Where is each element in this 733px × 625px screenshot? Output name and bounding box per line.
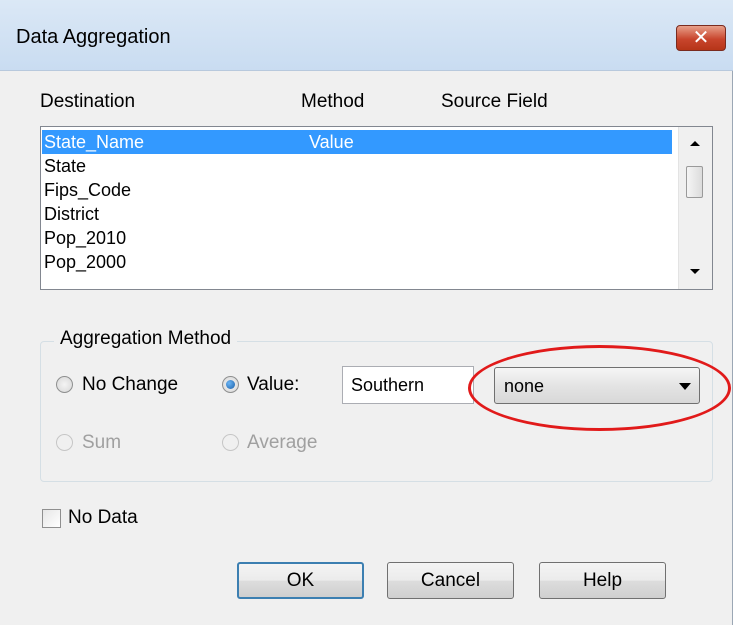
list-row-state-name[interactable]: State_Name Value: [42, 130, 672, 154]
list-row-state[interactable]: State: [42, 154, 672, 178]
no-data-label[interactable]: No Data: [68, 507, 138, 529]
aggregation-method-legend: Aggregation Method: [54, 328, 238, 350]
column-header-destination: Destination: [40, 91, 136, 112]
sum-label[interactable]: Sum: [82, 432, 121, 454]
average-radio[interactable]: [222, 434, 239, 451]
dialog-title: Data Aggregation: [16, 26, 171, 48]
ok-button[interactable]: OK: [237, 562, 364, 599]
cancel-button[interactable]: Cancel: [387, 562, 514, 599]
row-destination: Pop_2000: [44, 252, 127, 272]
sum-radio[interactable]: [56, 434, 73, 451]
scroll-up-arrow-icon[interactable]: [690, 141, 700, 146]
value-radio[interactable]: [222, 376, 239, 393]
value-label[interactable]: Value:: [247, 374, 299, 396]
data-aggregation-dialog: Data Aggregation ✕ Destination Method So…: [0, 0, 733, 625]
fields-listbox[interactable]: State_Name Value State Fips_Code Distric…: [40, 126, 713, 290]
row-destination: State_Name: [44, 132, 145, 152]
no-change-label[interactable]: No Change: [82, 374, 178, 396]
column-header-method: Method: [301, 91, 365, 112]
value-text-input[interactable]: Southern: [342, 366, 474, 404]
row-destination: Fips_Code: [44, 180, 132, 200]
row-destination: State: [44, 156, 87, 176]
close-icon: ✕: [692, 25, 710, 49]
close-button[interactable]: ✕: [676, 25, 726, 51]
scroll-down-arrow-icon[interactable]: [690, 269, 700, 274]
average-label[interactable]: Average: [247, 432, 317, 454]
column-header-source-field: Source Field: [441, 91, 548, 112]
title-bar[interactable]: Data Aggregation ✕: [0, 0, 733, 71]
no-data-checkbox[interactable]: [42, 509, 61, 528]
help-button[interactable]: Help: [539, 562, 666, 599]
row-method: Value: [309, 132, 354, 152]
red-highlight-ellipse: [468, 345, 731, 431]
list-vertical-scrollbar[interactable]: [678, 127, 712, 289]
row-destination: Pop_2010: [44, 228, 127, 248]
list-row-pop-2000[interactable]: Pop_2000: [42, 250, 672, 274]
list-row-district[interactable]: District: [42, 202, 672, 226]
list-row-fips-code[interactable]: Fips_Code: [42, 178, 672, 202]
scroll-thumb[interactable]: [686, 166, 703, 198]
no-change-radio[interactable]: [56, 376, 73, 393]
row-destination: District: [44, 204, 99, 224]
list-row-pop-2010[interactable]: Pop_2010: [42, 226, 672, 250]
